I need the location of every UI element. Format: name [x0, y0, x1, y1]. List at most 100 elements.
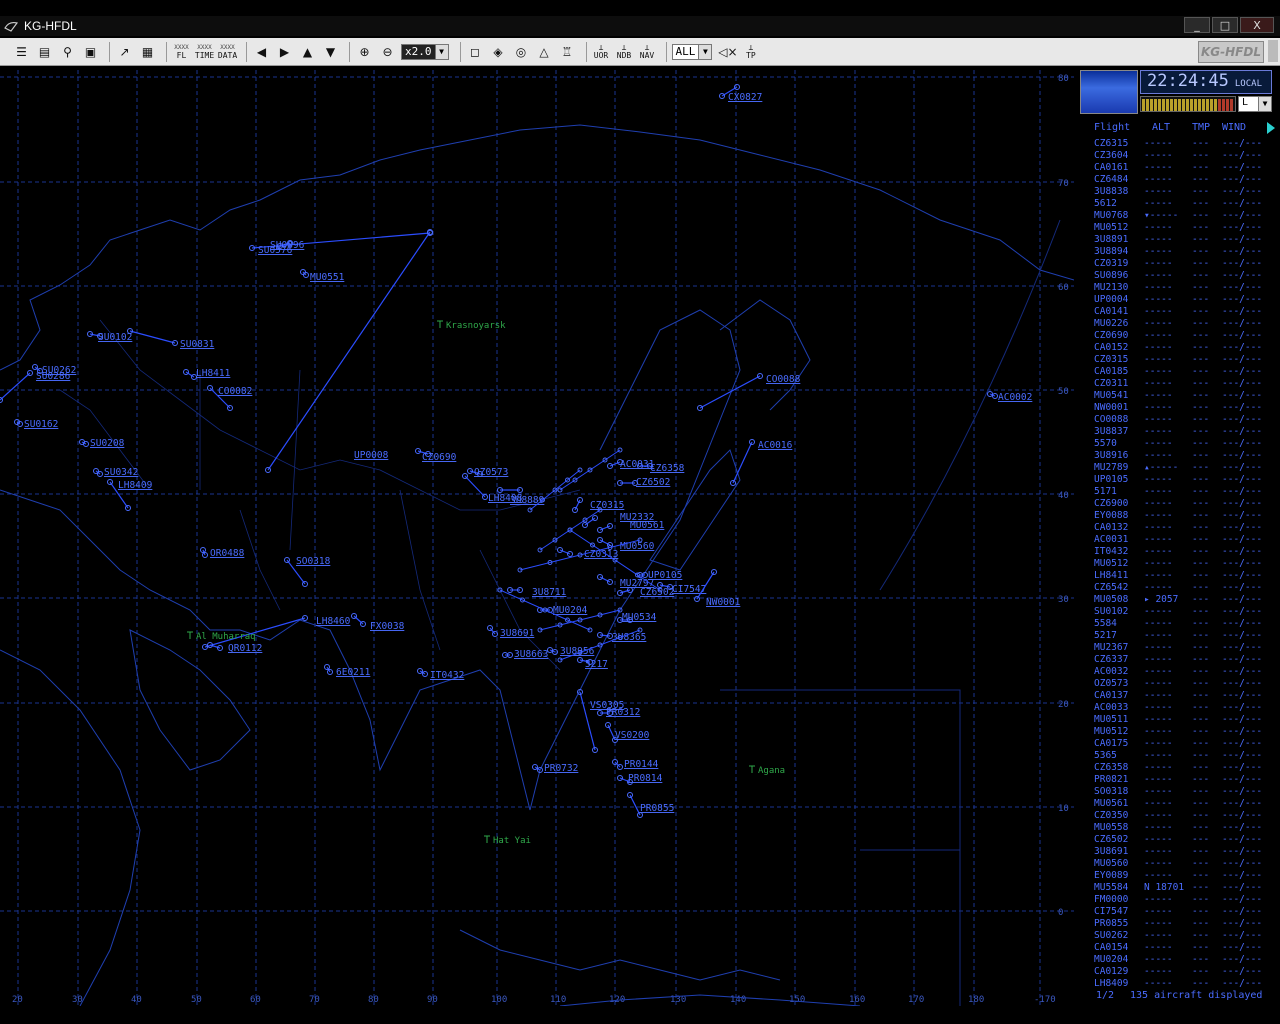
table-row[interactable]: MU0558 ----- --- ---/---	[1076, 822, 1280, 834]
tp-button[interactable]: ⊥ TP	[741, 42, 760, 61]
pan-down-icon[interactable]: ▼	[321, 42, 340, 61]
aircraft-track[interactable]: PR0732	[532, 763, 579, 774]
table-row[interactable]: CA0152 ----- --- ---/---	[1076, 342, 1280, 354]
table-row[interactable]: MU2367 ----- --- ---/---	[1076, 642, 1280, 654]
table-row[interactable]: CA0137 ----- --- ---/---	[1076, 690, 1280, 702]
table-row[interactable]: CZ6484 ----- --- ---/---	[1076, 174, 1280, 186]
aircraft-track[interactable]: SU0286	[0, 370, 71, 403]
col-flight[interactable]: Flight	[1094, 122, 1130, 133]
table-row[interactable]: CZ6337 ----- --- ---/---	[1076, 654, 1280, 666]
table-row[interactable]: CZ6358 ----- --- ---/---	[1076, 762, 1280, 774]
table-row[interactable]: UP0004 ----- --- ---/---	[1076, 294, 1280, 306]
aircraft-track[interactable]: MU0534	[617, 612, 657, 623]
mute-icon[interactable]: ◁×	[718, 42, 737, 61]
table-row[interactable]: CO0088 ----- --- ---/---	[1076, 414, 1280, 426]
table-row[interactable]: 3U8837 ----- --- ---/---	[1076, 426, 1280, 438]
table-row[interactable]: MU0541 ----- --- ---/---	[1076, 390, 1280, 402]
table-row[interactable]: 3U8891 ----- --- ---/---	[1076, 234, 1280, 246]
aircraft-track[interactable]: LH8409	[107, 479, 153, 511]
aircraft-track[interactable]: CO0082	[207, 385, 253, 411]
table-row[interactable]: MU0768 ▾----- --- ---/---	[1076, 210, 1280, 222]
table-row[interactable]: SU0896 ----- --- ---/---	[1076, 270, 1280, 282]
aircraft-track[interactable]: SO0318	[284, 556, 331, 587]
page-indicator[interactable]: 1/2	[1096, 990, 1114, 1001]
zoom-out-icon[interactable]: ⊖	[378, 42, 397, 61]
table-row[interactable]: AC0033 ----- --- ---/---	[1076, 702, 1280, 714]
table-row[interactable]: UP0105 ----- --- ---/---	[1076, 474, 1280, 486]
aircraft-track[interactable]: SU0162	[14, 419, 59, 430]
table-row[interactable]: MU0512 ----- --- ---/---	[1076, 222, 1280, 234]
table-row[interactable]: MU2789 ▴----- --- ---/---	[1076, 462, 1280, 474]
table-row[interactable]: 5584 ----- --- ---/---	[1076, 618, 1280, 630]
save-icon[interactable]: ▤	[35, 42, 54, 61]
map-view[interactable]: 20 30 40 50 60 70 80 90 100 110 120 130 140 150 160 170…	[0, 70, 1074, 1006]
table-row[interactable]: CZ0350 ----- --- ---/---	[1076, 810, 1280, 822]
table-row[interactable]: CA0129 ----- --- ---/---	[1076, 966, 1280, 978]
pan-right-icon[interactable]: ▶	[275, 42, 294, 61]
aircraft-track[interactable]: MU0551	[300, 269, 345, 284]
minimize-button[interactable]: _	[1184, 17, 1210, 33]
col-alt[interactable]: ALT	[1152, 122, 1170, 133]
table-row[interactable]: PR0821 ----- --- ---/---	[1076, 774, 1280, 786]
zoom-select[interactable]: x2.0 ▼	[401, 43, 449, 60]
table-row[interactable]: 5217 ----- --- ---/---	[1076, 630, 1280, 642]
aircraft-track[interactable]: 3U8663	[502, 649, 549, 660]
table-row[interactable]: CA0161 ----- --- ---/---	[1076, 162, 1280, 174]
filter-select[interactable]: ALL ▼	[671, 43, 713, 60]
aircraft-track[interactable]: MU0561	[597, 520, 665, 533]
shape-icon[interactable]: ◈	[489, 42, 508, 61]
table-row[interactable]: AC0032 ----- --- ---/---	[1076, 666, 1280, 678]
aircraft-track[interactable]: SU0102	[87, 331, 133, 344]
table-row[interactable]: CI7547 ----- --- ---/---	[1076, 906, 1280, 918]
toolbar-scrollbar[interactable]	[1268, 40, 1278, 62]
table-row[interactable]: CA0132 ----- --- ---/---	[1076, 522, 1280, 534]
uor-button[interactable]: ⊥ UOR	[592, 42, 611, 61]
aircraft-track[interactable]: UP0008	[265, 229, 433, 473]
aircraft-track[interactable]: PR0855	[627, 792, 675, 818]
table-row[interactable]: CZ0311 ----- --- ---/---	[1076, 378, 1280, 390]
aircraft-track[interactable]: IT0432	[417, 668, 465, 682]
target-icon[interactable]: ◎	[512, 42, 531, 61]
table-row[interactable]: MU0561 ----- --- ---/---	[1076, 798, 1280, 810]
table-row[interactable]: CA0175 ----- --- ---/---	[1076, 738, 1280, 750]
aircraft-track[interactable]: SU0896	[270, 240, 305, 251]
aircraft-track[interactable]: AC0002	[987, 391, 1033, 404]
table-row[interactable]: CZ0319 ----- --- ---/---	[1076, 258, 1280, 270]
aircraft-track[interactable]: 3U8711	[507, 587, 567, 598]
aircraft-track[interactable]: CZ6502	[617, 477, 671, 488]
aircraft-track[interactable]: SU0831	[127, 328, 215, 351]
ndb-button[interactable]: ⊥ NDB	[615, 42, 634, 61]
table-row[interactable]: CZ0690 ----- --- ---/---	[1076, 330, 1280, 342]
table-row[interactable]: SU0102 ----- --- ---/---	[1076, 606, 1280, 618]
table-row[interactable]: MU0508 ▸ 2057 --- ---/---	[1076, 594, 1280, 606]
aircraft-track[interactable]: 6E0211	[324, 664, 371, 679]
table-row[interactable]: IT0432 ----- --- ---/---	[1076, 546, 1280, 558]
table-row[interactable]: LH8409 ----- --- ---/---	[1076, 978, 1280, 990]
table-row[interactable]: MU0226 ----- --- ---/---	[1076, 318, 1280, 330]
table-row[interactable]: SU0262 ----- --- ---/---	[1076, 930, 1280, 942]
frame-icon[interactable]: ◻	[466, 42, 485, 61]
table-row[interactable]: 5612 ----- --- ---/---	[1076, 198, 1280, 210]
time-button[interactable]: XXXX TIME	[195, 42, 214, 61]
table-row[interactable]: 3U8916 ----- --- ---/---	[1076, 450, 1280, 462]
table-row[interactable]: EY0089 ----- --- ---/---	[1076, 870, 1280, 882]
aircraft-track[interactable]: CO0088	[697, 373, 801, 411]
close-button[interactable]: X	[1240, 17, 1274, 33]
aircraft-track[interactable]: FX0038	[351, 613, 405, 633]
level-select[interactable]: L ▼	[1238, 96, 1272, 112]
aircraft-track[interactable]: PR0814	[617, 773, 663, 785]
table-row[interactable]: PR0855 ----- --- ---/---	[1076, 918, 1280, 930]
table-row[interactable]: CA0154 ----- --- ---/---	[1076, 942, 1280, 954]
zoom-in-icon[interactable]: ⊕	[355, 42, 374, 61]
table-row[interactable]: CZ3604 ----- --- ---/---	[1076, 150, 1280, 162]
nav-button[interactable]: ⊥ NAV	[638, 42, 657, 61]
pan-left-icon[interactable]: ◀	[252, 42, 271, 61]
data-button[interactable]: XXXX DATA	[218, 42, 237, 61]
aircraft-track[interactable]: OZ0573	[467, 467, 509, 478]
table-row[interactable]: CZ6900 ----- --- ---/---	[1076, 498, 1280, 510]
aircraft-track[interactable]: OR0488	[200, 547, 245, 560]
fl-button[interactable]: XXXX FL	[172, 42, 191, 61]
table-row[interactable]: CA0141 ----- --- ---/---	[1076, 306, 1280, 318]
table-row[interactable]: MU0511 ----- --- ---/---	[1076, 714, 1280, 726]
list-view-icon[interactable]: ☰	[12, 42, 31, 61]
